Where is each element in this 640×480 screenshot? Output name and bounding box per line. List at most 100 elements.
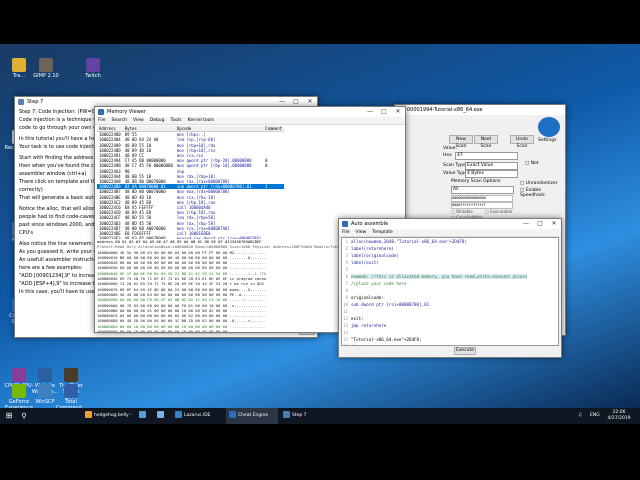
- app-icon: [12, 58, 26, 72]
- new-scan-button[interactable]: New Scan: [449, 135, 473, 149]
- desktop-icon[interactable]: Twitch: [78, 58, 108, 79]
- cell-opcode: mov qword ptr [rbp-10],00000000: [176, 163, 252, 169]
- line-number: 4: [345, 260, 348, 265]
- start-address-input[interactable]: 0000000000000000: [451, 195, 513, 202]
- undo-scan-button[interactable]: Undo Scan: [510, 135, 534, 149]
- script-editor[interactable]: 1 alloc(newmem,2048,"Tutorial-x86_64.exe"…: [341, 237, 559, 346]
- desktop-icon-label: Twitch: [85, 73, 101, 79]
- code-line: 12 exit:: [342, 315, 558, 322]
- code-text: jmp returnhere: [351, 323, 387, 328]
- taskbar-button[interactable]: Lazarus IDE v2.0.0 -...: [172, 408, 224, 434]
- desktop-icon[interactable]: GIMP 2.10: [31, 58, 61, 79]
- line-number: 14: [342, 330, 348, 335]
- cell-address: 1000224CF: [99, 215, 121, 221]
- cell-address: 100022484: [99, 137, 121, 143]
- search-icon[interactable]: ⚲: [18, 408, 30, 424]
- code-text: //place your code here: [351, 281, 407, 286]
- mv-app-icon: [98, 109, 104, 115]
- memory-region-select[interactable]: All: [451, 186, 514, 194]
- settings-link[interactable]: Settings: [538, 138, 556, 143]
- taskbar-button[interactable]: [154, 408, 170, 424]
- taskbar-button[interactable]: hedgehog belly - G...: [82, 408, 134, 434]
- speedhack-checkbox[interactable]: □ Enable Speedhack: [520, 188, 565, 198]
- not-checkbox[interactable]: □ Not: [525, 161, 539, 166]
- code-text: sub dword ptr [rsi+00000780],01: [351, 302, 430, 307]
- scan-type-label: Scan Type: [443, 163, 466, 168]
- aa-minimize-icon[interactable]: —: [519, 219, 533, 229]
- code-text: alloc(newmem,2048,"Tutorial-x86_64.exe"+…: [351, 239, 467, 244]
- aa-titlebar[interactable]: Auto assemble — □ ✕: [339, 219, 561, 229]
- line-number: 10: [342, 302, 348, 307]
- desktop-icon[interactable]: Total Command...: [56, 384, 86, 411]
- taskbar-button[interactable]: Step 7: [280, 408, 332, 424]
- code-line: 3 label(originalcode): [342, 252, 558, 259]
- start-button[interactable]: ⊞: [3, 408, 15, 424]
- menu-item-file[interactable]: File: [342, 230, 350, 235]
- value-label: Value:: [443, 146, 457, 151]
- mv-title: Memory Viewer: [107, 109, 146, 115]
- mv-menubar: File Search View Debug Tools Kernel tools: [95, 117, 405, 125]
- unrandomizer-checkbox[interactable]: □ Unrandomizer: [520, 181, 558, 186]
- ce-logo-icon: [538, 117, 560, 137]
- taskbar-button[interactable]: [136, 408, 152, 424]
- menu-item-view[interactable]: View: [133, 118, 144, 123]
- mv-maximize-icon[interactable]: □: [377, 107, 391, 117]
- line-number: 11: [342, 309, 348, 314]
- code-text: originalcode:: [351, 295, 384, 300]
- cell-bytes: 48 C7 45 F0 00000000: [124, 163, 173, 169]
- scan-type-select[interactable]: Exact Value: [465, 162, 518, 170]
- cell-address: 1000224B7: [99, 189, 121, 195]
- line-number: 6: [345, 274, 348, 279]
- memory-scan-options-label: Memory Scan Options: [451, 179, 501, 184]
- line-number: 7: [345, 281, 348, 286]
- value-type-select[interactable]: 4 Bytes: [465, 170, 518, 178]
- menu-item-template[interactable]: Template: [372, 230, 393, 235]
- desktop-icon[interactable]: Tra...: [4, 58, 34, 79]
- language-indicator[interactable]: ENG: [590, 408, 600, 424]
- ce-titlebar[interactable]: 00001994-Tutorial-x86_64.exe: [395, 105, 565, 115]
- app-icon: [64, 368, 78, 382]
- code-line: 9 originalcode:: [342, 294, 558, 301]
- desktop-icon-label: GIMP 2.10: [33, 73, 59, 79]
- executable-checkbox[interactable]: □ Executable: [485, 209, 512, 214]
- line-number: 15: [342, 337, 348, 342]
- aa-maximize-icon[interactable]: □: [533, 219, 547, 229]
- menu-item-tools[interactable]: Tools: [171, 118, 182, 123]
- taskbar: ⊞ ⚲ hedgehog belly - G... Lazarus IDE v2.…: [0, 408, 640, 434]
- menu-item-file[interactable]: File: [98, 118, 106, 123]
- line-number: 13: [342, 323, 348, 328]
- auto-assemble-window[interactable]: Auto assemble — □ ✕ File View Template 1 al…: [338, 218, 562, 358]
- speaker-icon[interactable]: ♫: [578, 408, 588, 424]
- code-text: exit:: [351, 316, 364, 321]
- stop-address-input[interactable]: 00007fffffffffff: [451, 202, 513, 209]
- app-icon: [139, 411, 146, 418]
- value-input[interactable]: 47: [455, 152, 518, 160]
- screen: Tra...GIMP 2.10TwitchRecycle BinRes...Co…: [0, 0, 640, 480]
- line-number: 16: [342, 343, 348, 345]
- mv-minimize-icon[interactable]: —: [363, 107, 377, 117]
- unrandomizer-label: Unrandomizer: [525, 181, 558, 186]
- clock[interactable]: 22:06 4/27/2019: [605, 410, 633, 422]
- taskbar-button[interactable]: Cheat Engine 6.8.3: [226, 408, 278, 434]
- menu-item-search[interactable]: Search: [112, 118, 127, 123]
- line-number: 5: [345, 267, 348, 272]
- code-line: 2 label(returnhere): [342, 245, 558, 252]
- line-number: 2: [345, 246, 348, 251]
- code-line: 5: [342, 266, 558, 273]
- column-header[interactable]: Comment: [263, 126, 285, 133]
- disassembly-table[interactable]: Address Bytes Opcode Comment 100022480 89 55…: [97, 126, 285, 247]
- mv-titlebar[interactable]: Memory Viewer — □ ✕: [95, 107, 405, 117]
- app-icon: [39, 58, 53, 72]
- aa-menubar: File View Template: [339, 229, 561, 237]
- hex-label: Hex: [443, 153, 452, 158]
- menu-item-kernel-tools[interactable]: Kernel tools: [188, 118, 214, 123]
- menu-item-debug[interactable]: Debug: [150, 118, 165, 123]
- code-text: jmp newmem: [351, 344, 376, 345]
- menu-item-view[interactable]: View: [356, 230, 367, 235]
- mv-close-icon[interactable]: ✕: [391, 107, 405, 117]
- aa-close-icon[interactable]: ✕: [547, 219, 561, 229]
- writable-checkbox[interactable]: □ Writable: [451, 209, 473, 214]
- execute-button[interactable]: Execute: [454, 347, 476, 355]
- code-line: 13 jmp returnhere: [342, 322, 558, 329]
- next-scan-button[interactable]: Next Scan: [474, 135, 498, 149]
